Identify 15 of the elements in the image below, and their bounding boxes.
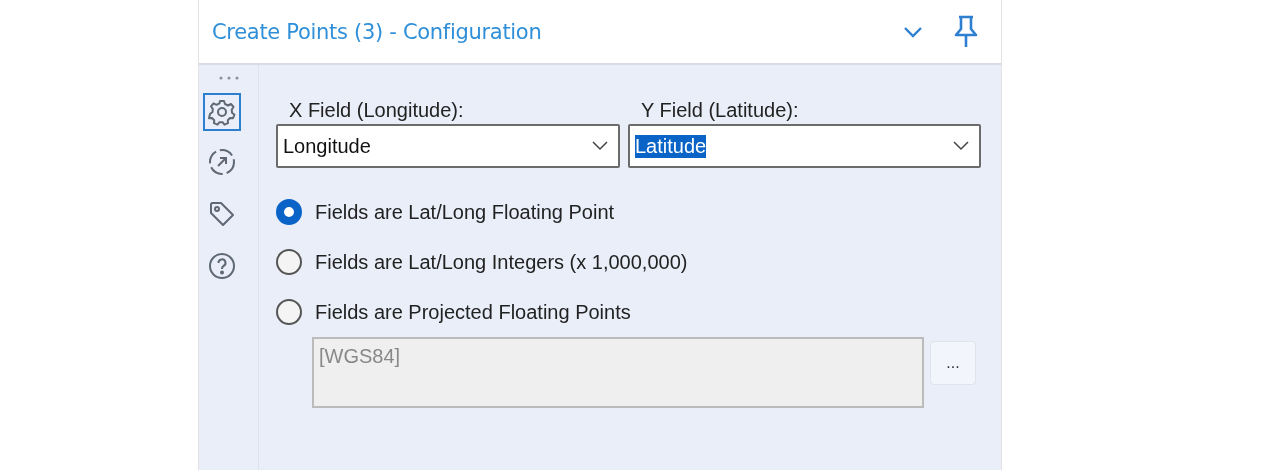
field-label: Y Field (Latitude): [641,99,800,122]
option-label[interactable]: Fields are Lat/Long Integers (x 1,000,000) [315,250,688,274]
panel-title: Create Points (3) - Configuration [212,19,543,44]
option-label[interactable]: Fields are Lat/Long Floating Point [315,200,615,224]
field-dropdown[interactable]: Longitude [276,124,620,168]
option-label[interactable]: Fields are Projected Floating Points [315,300,631,324]
field-dropdown[interactable]: Latitude [628,124,981,168]
chevron-down-icon[interactable] [592,141,608,151]
radio-button[interactable] [276,199,302,225]
radio-button[interactable] [276,299,302,325]
chevron-down-icon[interactable] [953,141,969,151]
settings-icon[interactable] [202,93,241,131]
grip-icon[interactable] [217,75,240,81]
radio-button[interactable] [276,249,302,275]
field-label: X Field (Longitude): [289,99,465,122]
